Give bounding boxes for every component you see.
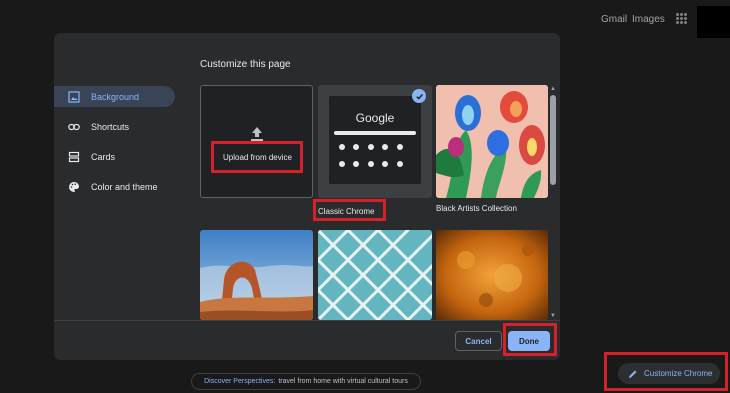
amber-texture-image: [436, 230, 548, 320]
palette-icon: [67, 180, 81, 194]
background-image-icon: [67, 90, 81, 104]
cards-icon: [67, 150, 81, 164]
selected-check-icon: [412, 89, 426, 103]
scroll-up-arrow-icon[interactable]: ▲: [549, 85, 557, 93]
shortcut-dots-preview: [339, 144, 411, 167]
flower-artwork-image: [436, 85, 548, 198]
dialog-footer-divider: [54, 320, 560, 321]
background-grid: Upload from device Google Black Artists …: [200, 85, 548, 320]
google-logo-text: Google: [355, 111, 395, 125]
sidebar-item-label: Cards: [91, 151, 116, 162]
sidebar-item-label: Background: [91, 91, 140, 102]
scrollbar[interactable]: ▲ ▼: [549, 85, 557, 320]
customize-dialog: Customize this page Background Shortcuts…: [54, 33, 560, 360]
scroll-down-arrow-icon[interactable]: ▼: [549, 312, 557, 320]
glass-building-tile[interactable]: [318, 230, 432, 320]
upload-label: Upload from device: [223, 153, 292, 162]
sidebar-item-label: Shortcuts: [91, 121, 130, 132]
classic-chrome-preview: Google: [329, 96, 421, 184]
upload-from-device-tile[interactable]: Upload from device: [200, 85, 313, 198]
scrollbar-thumb[interactable]: [550, 95, 556, 185]
classic-chrome-tile[interactable]: Google: [318, 85, 432, 198]
sidebar-item-color-and-theme[interactable]: Color and theme: [54, 176, 175, 197]
glass-facade-image: [318, 230, 432, 320]
discover-rest-text: travel from home with virtual cultural t…: [278, 378, 408, 385]
sidebar-item-cards[interactable]: Cards: [54, 146, 175, 167]
black-artists-collection-tile[interactable]: [436, 85, 548, 198]
customize-chrome-button[interactable]: Customize Chrome: [618, 363, 720, 384]
discover-highlight-text: Discover Perspectives:: [204, 378, 276, 385]
black-artists-collection-label: Black Artists Collection: [436, 204, 517, 213]
upload-icon: [251, 127, 263, 141]
sidebar-item-label: Color and theme: [91, 181, 158, 192]
cancel-button[interactable]: Cancel: [455, 331, 502, 351]
classic-chrome-label: Classic Chrome: [318, 207, 375, 216]
link-icon: [67, 120, 81, 134]
amber-texture-tile[interactable]: [436, 230, 548, 320]
arch-landscape-tile[interactable]: [200, 230, 313, 320]
discover-perspectives-chip[interactable]: Discover Perspectives: travel from home …: [191, 373, 421, 390]
pencil-icon: [629, 370, 637, 378]
sidebar-item-background[interactable]: Background: [54, 86, 175, 107]
done-button[interactable]: Done: [508, 331, 550, 351]
arch-photo-image: [200, 230, 313, 320]
customize-chrome-label: Customize Chrome: [644, 369, 713, 378]
sidebar-item-shortcuts[interactable]: Shortcuts: [54, 116, 175, 137]
dialog-title: Customize this page: [200, 59, 291, 70]
search-bar-preview: [334, 131, 416, 135]
